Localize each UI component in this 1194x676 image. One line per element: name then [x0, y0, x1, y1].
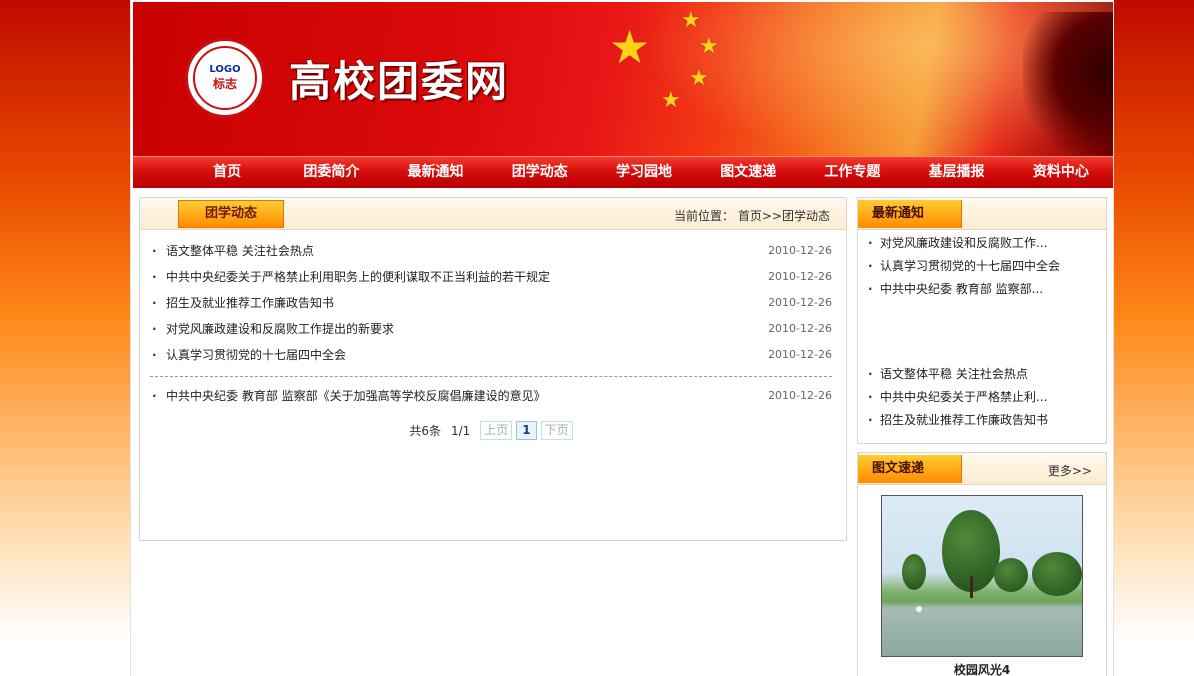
article-link[interactable]: 语文整体平稳 关注社会热点	[166, 244, 314, 258]
site-logo[interactable]: LOGO 标志	[185, 38, 265, 118]
nav-item-reports[interactable]: 基层播报	[905, 157, 1009, 188]
tree-shape	[1032, 552, 1082, 596]
list-item: 中共中央纪委 教育部 监察部...	[866, 278, 1102, 301]
nav-item-resources[interactable]: 资料中心	[1009, 157, 1113, 188]
prev-page-button[interactable]: 上页	[480, 421, 513, 440]
panel-header: 团学动态 当前位置： 首页>>团学动态	[140, 198, 846, 230]
nav-item-photos[interactable]: 图文速递	[696, 157, 800, 188]
article-date: 2010-12-26	[768, 296, 832, 309]
notice-link[interactable]: 对党风廉政建设和反腐败工作...	[880, 236, 1047, 250]
notices-tab[interactable]: 最新通知	[858, 200, 962, 228]
list-item: 认真学习贯彻党的十七届四中全会 2010-12-26	[150, 342, 832, 368]
tree-shape	[994, 558, 1028, 592]
nav-item-study[interactable]: 学习园地	[592, 157, 696, 188]
panel-tab[interactable]: 团学动态	[178, 200, 284, 228]
nav-item-topics[interactable]: 工作专题	[800, 157, 904, 188]
article-link[interactable]: 招生及就业推荐工作廉政告知书	[166, 296, 334, 310]
notice-link[interactable]: 语文整体平稳 关注社会热点	[880, 367, 1028, 381]
notices-list: 对党风廉政建设和反腐败工作... 认真学习贯彻党的十七届四中全会 中共中央纪委 …	[858, 230, 1106, 442]
nav-item-home[interactable]: 首页	[175, 157, 279, 188]
flag-star-icon: ★	[689, 66, 709, 91]
notices-header: 最新通知	[858, 198, 1106, 230]
list-item: 对党风廉政建设和反腐败工作...	[866, 232, 1102, 255]
notice-link[interactable]: 中共中央纪委 教育部 监察部...	[880, 282, 1043, 296]
article-link[interactable]: 对党风廉政建设和反腐败工作提出的新要求	[166, 322, 394, 336]
nav-item-news[interactable]: 团学动态	[488, 157, 592, 188]
article-link[interactable]: 中共中央纪委 教育部 监察部《关于加强高等学校反腐倡廉建设的意见》	[166, 389, 546, 403]
tree-trunk	[970, 576, 973, 598]
latest-notices-panel: 最新通知 对党风廉政建设和反腐败工作... 认真学习贯彻党的十七届四中全会 中共…	[857, 197, 1107, 444]
main-nav: 首页 团委简介 最新通知 团学动态 学习园地 图文速递 工作专题 基层播报 资料…	[133, 156, 1113, 188]
breadcrumb-path[interactable]: 首页>>团学动态	[738, 209, 830, 223]
flag-star-icon: ★	[609, 20, 651, 74]
article-link[interactable]: 中共中央纪委关于严格禁止利用职务上的便利谋取不正当利益的若干规定	[166, 270, 550, 284]
next-page-button[interactable]: 下页	[540, 421, 573, 440]
photos-tab[interactable]: 图文速递	[858, 455, 962, 483]
campus-photo[interactable]	[881, 495, 1083, 657]
breadcrumb: 当前位置： 首页>>团学动态	[674, 207, 830, 224]
list-item: 语文整体平稳 关注社会热点 2010-12-26	[150, 238, 832, 264]
notice-link[interactable]: 认真学习贯彻党的十七届四中全会	[880, 259, 1060, 273]
list-item: 招生及就业推荐工作廉政告知书	[866, 409, 1102, 432]
pager-total: 共6条	[409, 424, 441, 438]
scroll-gap	[866, 301, 1102, 363]
list-item: 中共中央纪委关于严格禁止利...	[866, 386, 1102, 409]
list-item: 语文整体平稳 关注社会热点	[866, 363, 1102, 386]
logo-cn: 标志	[212, 77, 237, 91]
site-title: 高校团委网	[289, 57, 510, 106]
flag-star-icon: ★	[699, 34, 719, 59]
article-date: 2010-12-26	[768, 389, 832, 402]
tree-shape	[902, 554, 926, 590]
list-item: 中共中央纪委 教育部 监察部《关于加强高等学校反腐倡廉建设的意见》 2010-1…	[150, 383, 832, 409]
photos-header: 图文速递 更多>>	[858, 453, 1106, 485]
logo-word: LOGO	[209, 64, 241, 75]
flag-shadow	[1023, 12, 1113, 156]
list-item: 对党风廉政建设和反腐败工作提出的新要求 2010-12-26	[150, 316, 832, 342]
article-list: 语文整体平稳 关注社会热点 2010-12-26 中共中央纪委关于严格禁止利用职…	[140, 230, 846, 440]
article-date: 2010-12-26	[768, 244, 832, 257]
flag-star-icon: ★	[681, 8, 701, 33]
more-link[interactable]: 更多>>	[1048, 462, 1092, 479]
article-list-panel: 团学动态 当前位置： 首页>>团学动态 语文整体平稳 关注社会热点 2010-1…	[139, 197, 847, 541]
fountain	[916, 606, 922, 612]
notice-link[interactable]: 中共中央纪委关于严格禁止利...	[880, 390, 1047, 404]
list-item: 中共中央纪委关于严格禁止利用职务上的便利谋取不正当利益的若干规定 2010-12…	[150, 264, 832, 290]
header-banner: ★ ★ ★ ★ ★ LOGO 标志 高校团委网	[133, 2, 1113, 156]
list-item: 招生及就业推荐工作廉政告知书 2010-12-26	[150, 290, 832, 316]
pager-pages: 1/1	[450, 423, 471, 438]
nav-item-notices[interactable]: 最新通知	[383, 157, 487, 188]
page-container: ★ ★ ★ ★ ★ LOGO 标志 高校团委网 首页 团委简介 最新通知 团学动…	[130, 0, 1114, 676]
article-date: 2010-12-26	[768, 348, 832, 361]
list-item: 认真学习贯彻党的十七届四中全会	[866, 255, 1102, 278]
pagination: 共6条 1/1 上页 1 下页	[150, 421, 832, 440]
article-link[interactable]: 认真学习贯彻党的十七届四中全会	[166, 348, 346, 362]
current-page-button[interactable]: 1	[516, 421, 537, 440]
nav-item-about[interactable]: 团委简介	[279, 157, 383, 188]
breadcrumb-prefix: 当前位置：	[674, 209, 735, 223]
notice-link[interactable]: 招生及就业推荐工作廉政告知书	[880, 413, 1048, 427]
list-divider	[150, 376, 832, 377]
article-date: 2010-12-26	[768, 270, 832, 283]
photo-express-panel: 图文速递 更多>> 校园风光4	[857, 452, 1107, 676]
photo-caption[interactable]: 校园风光4	[858, 661, 1106, 676]
flag-star-icon: ★	[661, 88, 681, 113]
article-date: 2010-12-26	[768, 322, 832, 335]
